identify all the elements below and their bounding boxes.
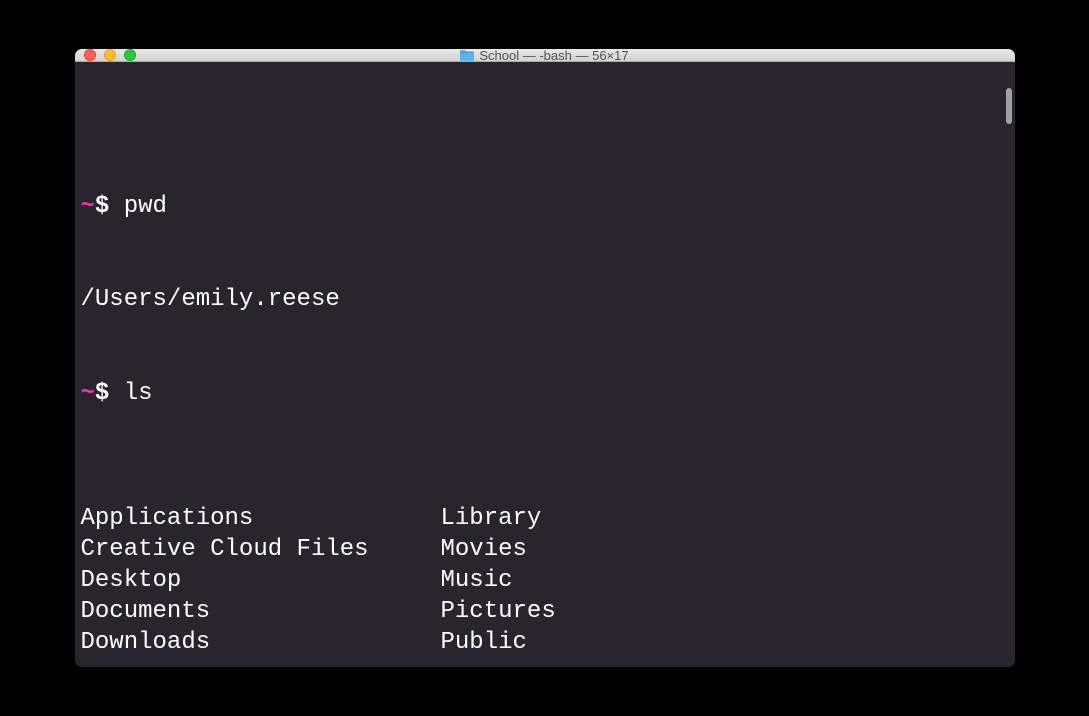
output-line: /Users/emily.reese (81, 284, 1009, 315)
zoom-button[interactable] (124, 49, 136, 61)
prompt-dollar: $ (95, 193, 109, 220)
ls-output: ApplicationsLibrary Creative Cloud Files… (81, 503, 1009, 659)
prompt-path: ~ (81, 380, 95, 407)
command-text: ls (124, 380, 153, 407)
list-item: Applications (81, 503, 441, 534)
terminal-body[interactable]: ~$ pwd /Users/emily.reese ~$ ls Applicat… (75, 62, 1015, 667)
close-button[interactable] (84, 49, 96, 61)
list-item: Public (441, 627, 1009, 658)
prompt-path: ~ (81, 193, 95, 220)
list-item: Desktop (81, 565, 441, 596)
terminal-line: ~$ ls (81, 378, 1009, 409)
list-item: Movies (441, 534, 1009, 565)
folder-icon (460, 50, 474, 61)
titlebar[interactable]: School — -bash — 56×17 (75, 49, 1015, 62)
terminal-line: ~$ pwd (81, 191, 1009, 222)
list-item: Music (441, 565, 1009, 596)
list-item: Creative Cloud Files (81, 534, 441, 565)
window-title: School — -bash — 56×17 (479, 49, 628, 63)
prompt-dollar: $ (95, 380, 109, 407)
terminal-window: School — -bash — 56×17 ~$ pwd /Users/emi… (75, 49, 1015, 667)
list-item: Downloads (81, 627, 441, 658)
window-controls (75, 49, 136, 61)
scrollbar-thumb[interactable] (1006, 88, 1012, 124)
list-item: Documents (81, 596, 441, 627)
list-item: Library (441, 503, 1009, 534)
minimize-button[interactable] (104, 49, 116, 61)
command-text: pwd (124, 193, 167, 220)
list-item: Pictures (441, 596, 1009, 627)
title-center: School — -bash — 56×17 (75, 49, 1015, 63)
